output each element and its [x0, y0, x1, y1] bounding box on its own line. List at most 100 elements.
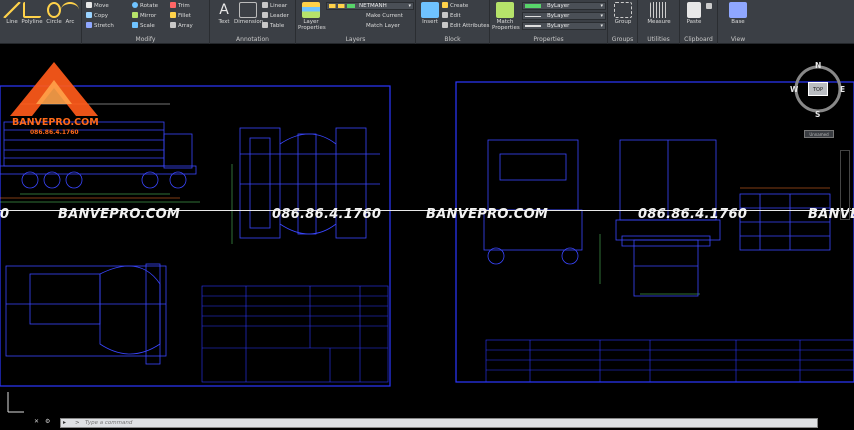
brand-phone: 086.86.4.1760 [30, 129, 79, 136]
groups-panel: Group Groups [608, 0, 638, 44]
command-input[interactable] [85, 419, 785, 427]
layer-dropdown[interactable]: NETMANH ▾ [326, 2, 414, 10]
array-button[interactable]: Array [170, 22, 193, 31]
annotation-panel: A Text Dimension Linear Leader Table Ann… [210, 0, 296, 44]
base-button[interactable]: Base [726, 2, 750, 25]
left-title-block [201, 285, 389, 383]
view-panel-title[interactable]: View [718, 36, 758, 43]
ucs-axis-icon [7, 392, 24, 413]
rotate-icon [132, 2, 138, 8]
text-button[interactable]: A Text [212, 2, 236, 25]
recent-commands-icon[interactable]: ▸ [63, 419, 66, 427]
linear-button[interactable]: Linear [262, 2, 287, 11]
viewcube[interactable]: N S W E TOP [790, 60, 848, 122]
navigation-bar[interactable] [840, 150, 850, 220]
text-icon: A [219, 2, 229, 18]
layers-panel-title[interactable]: Layers [296, 36, 415, 43]
wcs-menu[interactable]: Unnamed [804, 130, 834, 138]
right-sheet-border [455, 81, 854, 383]
fillet-button[interactable]: Fillet [170, 12, 191, 21]
move-button[interactable]: Move [86, 2, 109, 11]
wrench-icon[interactable]: ⚙ [45, 418, 50, 425]
move-icon [86, 2, 92, 8]
side-section-right [739, 193, 831, 251]
chevron-down-icon: ▾ [600, 13, 603, 19]
group-icon [614, 2, 632, 18]
copy-button[interactable]: Copy [86, 12, 108, 21]
dimension-button[interactable]: Dimension [234, 2, 263, 25]
trim-icon [170, 2, 176, 8]
block-panel: Insert Create Edit Edit Attributes Block [416, 0, 490, 44]
utilities-panel-title[interactable]: Utilities [638, 36, 679, 43]
table-button[interactable]: Table [262, 22, 284, 31]
match-properties-button[interactable]: Match Properties [492, 2, 520, 31]
compass-north[interactable]: N [815, 61, 821, 70]
linetype-swatch [525, 16, 541, 17]
edit-icon [442, 12, 448, 18]
trim-button[interactable]: Trim [170, 2, 190, 11]
layer-properties-button[interactable]: Layer Properties [298, 2, 326, 31]
watermark-text: BANVEPRO.COM [426, 207, 549, 222]
fillet-icon [170, 12, 176, 18]
compass-west[interactable]: W [790, 85, 798, 94]
line-icon [3, 2, 21, 18]
lineweight-dropdown[interactable]: ByLayer ▾ [522, 22, 606, 30]
leader-button[interactable]: Leader [262, 12, 289, 21]
right-title-block [485, 339, 854, 383]
mirror-button[interactable]: Mirror [132, 12, 156, 21]
linear-icon [262, 2, 268, 8]
stretch-button[interactable]: Stretch [86, 22, 114, 31]
match-layer-button[interactable]: Match Layer [366, 22, 400, 31]
group-button[interactable]: Group [611, 2, 635, 25]
copy-clip-icon [706, 3, 712, 9]
polyline-icon [23, 2, 41, 18]
clipboard-panel-title[interactable]: Clipboard [680, 36, 717, 43]
make-current-button[interactable]: Make Current [366, 12, 403, 21]
create-block-button[interactable]: Create [442, 2, 468, 11]
polyline-button[interactable]: Polyline [20, 2, 44, 25]
mirror-icon [132, 12, 138, 18]
watermark-text: BANVEPRO.COM [58, 207, 181, 222]
command-line[interactable]: ▸ > [60, 418, 818, 428]
table-icon [262, 22, 268, 28]
create-icon [442, 2, 448, 8]
properties-panel: Match Properties ByLayer ▾ ByLayer ▾ ByL… [490, 0, 608, 44]
tank-bottom-section [621, 235, 711, 297]
block-panel-title[interactable]: Block [416, 36, 489, 43]
color-swatch [525, 4, 541, 8]
rotate-button[interactable]: Rotate [132, 2, 158, 11]
measure-button[interactable]: Measure [644, 2, 674, 25]
clipboard-panel: Paste Clipboard [680, 0, 718, 44]
watermark-text: 0 [0, 207, 10, 222]
compass-south[interactable]: S [815, 110, 820, 119]
insert-button[interactable]: Insert [418, 2, 442, 25]
copy-icon [86, 12, 92, 18]
modify-panel-title[interactable]: Modify [82, 36, 209, 43]
annotation-panel-title[interactable]: Annotation [210, 36, 295, 43]
ruler-icon [650, 2, 668, 18]
orange-hatch-marks [0, 187, 830, 199]
edit-attributes-button[interactable]: Edit Attributes [442, 22, 490, 31]
edit-block-button[interactable]: Edit [442, 12, 461, 21]
paste-button[interactable]: Paste [682, 2, 706, 25]
leader-icon [262, 12, 268, 18]
match-properties-icon [496, 2, 514, 18]
arc-icon [61, 2, 79, 18]
scale-button[interactable]: Scale [132, 22, 155, 31]
color-dropdown[interactable]: ByLayer ▾ [522, 2, 606, 10]
modify-panel: Move Rotate Trim Copy Mirror Fillet Stre… [82, 0, 210, 44]
chevron-down-icon: ▾ [600, 3, 603, 9]
stretch-icon [86, 22, 92, 28]
arc-button[interactable]: Arc [58, 2, 82, 25]
groups-panel-title[interactable]: Groups [608, 36, 637, 43]
properties-panel-title[interactable]: Properties [490, 36, 607, 43]
view-panel: Base View [718, 0, 758, 44]
compass-east[interactable]: E [840, 85, 845, 94]
insert-block-icon [421, 2, 439, 18]
close-icon[interactable]: ✕ [34, 418, 39, 425]
copy-clip-button[interactable] [706, 3, 714, 12]
dimension-icon [239, 2, 257, 18]
drawing-canvas[interactable]: BANVEPRO.COM 086.86.4.1760 0 BANVEPRO.CO… [0, 44, 854, 416]
linetype-dropdown[interactable]: ByLayer ▾ [522, 12, 606, 20]
viewcube-top-face[interactable]: TOP [808, 82, 828, 96]
